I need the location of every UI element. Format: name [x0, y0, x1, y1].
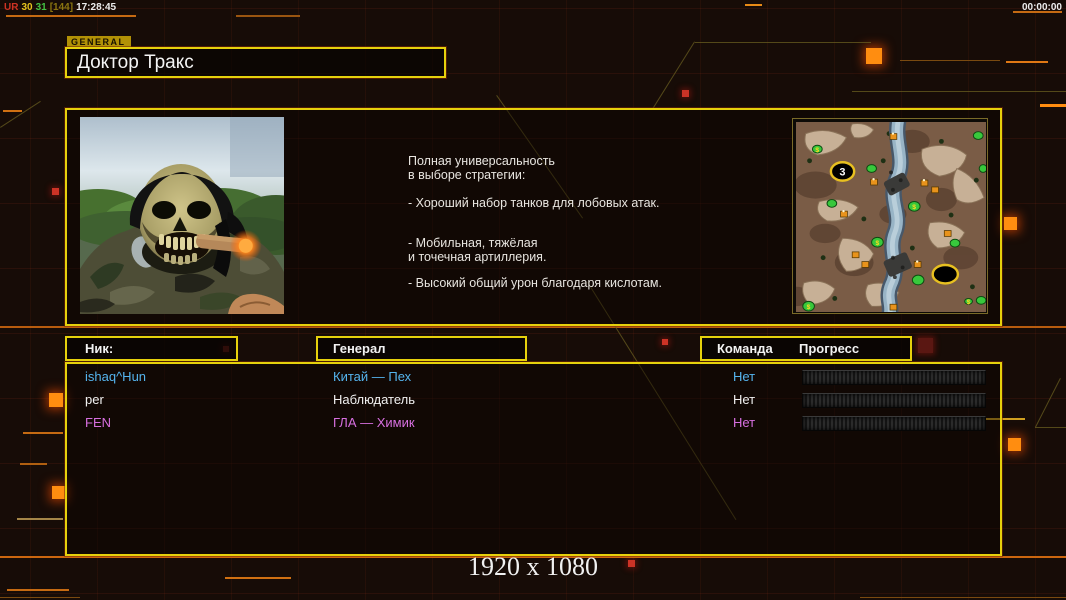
player-nick: FEN [85, 415, 111, 430]
svg-text:$: $ [967, 299, 971, 306]
debug-status-text: UR 30 31 [144] 17:28:45 [4, 2, 119, 13]
player-row: ishaq^Hun Китай — Пех Нет [67, 368, 1000, 386]
start-position-ellipse [931, 263, 960, 285]
decor-red-square [918, 338, 933, 353]
debug-tag: UR [4, 2, 19, 13]
decor-line [20, 463, 47, 465]
desc-line: - Хороший набор танков для лобовых атак. [408, 196, 660, 210]
desc-line: - Высокий общий урон благодаря кислотам. [408, 276, 662, 290]
player-general: Наблюдатель [333, 392, 416, 407]
decor-diagonal-line [1035, 427, 1066, 428]
header-team-progress: Команда Прогресс [700, 336, 912, 361]
player-progress-bar [802, 393, 986, 408]
match-timer: 00:00:00 [1021, 2, 1062, 13]
desc-line: Полная универсальность [408, 154, 555, 168]
player-team: Нет [733, 369, 756, 384]
decor-orange-square [52, 486, 65, 499]
player-team: Нет [733, 392, 756, 407]
player-progress-bar [802, 416, 986, 431]
header-nick: Ник: [65, 336, 238, 361]
decor-line [1040, 104, 1066, 107]
general-info-panel: Полная универсальность в выборе стратеги… [50, 108, 1002, 326]
player-nick: ishaq^Hun [85, 369, 147, 384]
header-general: Генерал [316, 336, 527, 361]
decor-line [23, 432, 63, 434]
player-row: per Наблюдатель Нет [67, 391, 1000, 409]
header-progress: Прогресс [799, 341, 860, 356]
decor-diagonal-line [651, 41, 695, 110]
decor-line [236, 15, 300, 17]
decor-diagonal-line [852, 91, 1066, 92]
debug-fps: 30 [21, 2, 33, 13]
portrait-image [50, 117, 322, 314]
loading-screen: UR 30 31 [144] 17:28:45 00:00:00 GENERAL Док… [0, 0, 1066, 600]
decor-red-square [662, 339, 668, 345]
decor-orange-square [1008, 438, 1021, 451]
decor-line [6, 15, 136, 17]
player-nick: per [85, 392, 104, 407]
svg-text:$: $ [807, 304, 811, 311]
decor-line [3, 110, 22, 112]
decor-line [0, 326, 1066, 328]
debug-clock: 17:28:45 [76, 2, 117, 13]
player-row: FEN ГЛА — Химик Нет [67, 414, 1000, 432]
decor-line [17, 518, 63, 520]
decor-diagonal-line [1035, 377, 1061, 428]
decor-diagonal-line [0, 100, 41, 128]
decor-diagonal-line [695, 42, 871, 43]
decor-line [1006, 61, 1048, 63]
player-general: ГЛА — Химик [333, 415, 415, 430]
svg-text:$: $ [912, 204, 916, 211]
desc-line: и точечная артиллерия. [408, 250, 547, 264]
minimap: $ $ $ $ $ 3 [780, 116, 988, 319]
players-panel: ishaq^Hun Китай — Пех Нет per Наблюдател… [65, 362, 1002, 556]
decor-line [0, 597, 80, 598]
debug-bracket-value: [144] [49, 2, 74, 13]
resolution-label: 1920 x 1080 [468, 552, 598, 581]
decor-orange-square [866, 48, 882, 64]
decor-line [900, 60, 1000, 61]
decor-orange-square [49, 393, 63, 407]
decor-line [860, 597, 1066, 598]
decor-red-square [682, 90, 689, 97]
desc-line: - Мобильная, тяжёлая [408, 236, 538, 250]
decor-line [745, 4, 762, 6]
svg-text:$: $ [875, 240, 879, 247]
decor-line [7, 589, 69, 591]
player-team: Нет [733, 415, 756, 430]
minimap-image: $ $ $ $ $ 3 [780, 116, 988, 319]
desc-line: в выборе стратегии: [408, 168, 526, 182]
svg-text:$: $ [815, 147, 819, 154]
player-general: Китай — Пех [333, 369, 412, 384]
header-team: Команда [717, 341, 773, 356]
debug-value: 31 [35, 2, 47, 13]
general-description: Полная универсальность в выборе стратеги… [408, 154, 788, 290]
decor-orange-square [1004, 217, 1017, 230]
start-position-marker: 3 [840, 166, 846, 178]
general-title: Доктор Тракс [65, 47, 446, 78]
player-progress-bar [802, 370, 986, 385]
decor-red-square [52, 188, 59, 195]
general-portrait [50, 117, 322, 314]
